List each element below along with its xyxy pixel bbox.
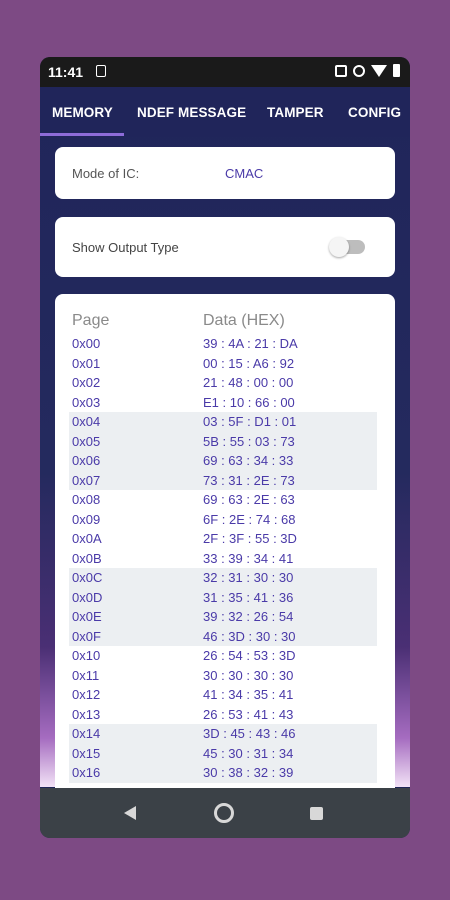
table-row: 0x00 39 : 4A : 21 : DA xyxy=(55,334,395,354)
tab-indicator xyxy=(40,133,124,136)
table-row: 0x13 26 : 53 : 41 : 43 xyxy=(55,705,395,725)
hex-data-cell: 3D : 45 : 43 : 46 xyxy=(203,726,296,741)
battery-icon xyxy=(393,64,400,77)
wifi-icon xyxy=(371,64,387,77)
hex-data-cell: 39 : 4A : 21 : DA xyxy=(203,336,298,351)
hex-data-cell: E1 : 10 : 66 : 00 xyxy=(203,394,295,410)
table-row: 0x0C 32 : 31 : 30 : 30 xyxy=(55,568,395,588)
status-bar: 11:41 xyxy=(40,57,410,87)
hex-data-cell: 30 : 38 : 32 : 39 xyxy=(203,765,294,780)
mode-card: Mode of IC: CMAC xyxy=(55,147,395,199)
table-row: 0x01 00 : 15 : A6 : 92 xyxy=(55,354,395,374)
table-row: 0x07 73 : 31 : 2E : 73 xyxy=(55,470,395,490)
memory-rows: 0x00 39 : 4A : 21 : DA 0x01 00 : 15 : A6 : … xyxy=(55,334,395,783)
page-cell: 0x12 xyxy=(72,687,101,702)
page-cell: 0x04 xyxy=(72,414,101,429)
mode-label: Mode of IC: xyxy=(72,166,140,181)
tab-tamper[interactable]: TAMPER xyxy=(267,105,324,120)
page-cell: 0x06 xyxy=(72,453,101,468)
hex-data-cell: 41 : 34 : 35 : 41 xyxy=(203,687,294,702)
hex-data-cell: 2F : 3F : 55 : 3D xyxy=(203,531,297,546)
hex-data-cell: 03 : 5F : D1 : 01 xyxy=(203,414,297,429)
header-page: Page xyxy=(72,312,110,329)
output-type-card: Show Output Type xyxy=(55,217,395,277)
table-row: 0x0D 31 : 35 : 41 : 36 xyxy=(55,587,395,607)
table-row: 0x0B 33 : 39 : 34 : 41 xyxy=(55,549,395,569)
tab-bar: MEMORY NDEF MESSAGE TAMPER CONFIG xyxy=(40,87,410,137)
output-type-label: Show Output Type xyxy=(72,240,179,255)
phone-screen: 11:41 MEMORY NDEF MESSAGE TAMPER CONFIG … xyxy=(40,57,410,838)
page-cell: 0x02 xyxy=(72,375,101,390)
hex-data-cell: 39 : 32 : 26 : 54 xyxy=(203,609,294,624)
table-row: 0x15 45 : 30 : 31 : 34 xyxy=(55,743,395,763)
hex-data-cell: 46 : 3D : 30 : 30 xyxy=(203,628,296,644)
table-row: 0x03 E1 : 10 : 66 : 00 xyxy=(55,393,395,413)
sim-icon xyxy=(96,65,106,77)
home-icon[interactable] xyxy=(214,803,234,823)
page-cell: 0x0F xyxy=(72,628,101,644)
page-cell: 0x08 xyxy=(72,492,101,507)
page-cell: 0x16 xyxy=(72,765,101,780)
table-row: 0x02 21 : 48 : 00 : 00 xyxy=(55,373,395,393)
recents-icon[interactable] xyxy=(310,807,323,820)
table-row: 0x05 5B : 55 : 03 : 73 xyxy=(55,431,395,451)
table-row: 0x0E 39 : 32 : 26 : 54 xyxy=(55,607,395,627)
page-cell: 0x01 xyxy=(72,355,101,371)
hex-data-cell: 00 : 15 : A6 : 92 xyxy=(203,355,295,371)
hex-data-cell: 26 : 54 : 53 : 3D xyxy=(203,648,296,663)
hex-data-cell: 73 : 31 : 2E : 73 xyxy=(203,472,295,488)
tab-ndef-message[interactable]: NDEF MESSAGE xyxy=(137,105,246,120)
mode-value: CMAC xyxy=(225,166,264,181)
hex-data-cell: 32 : 31 : 30 : 30 xyxy=(203,570,294,585)
page-cell: 0x15 xyxy=(72,745,101,761)
page-cell: 0x14 xyxy=(72,726,101,741)
table-row: 0x12 41 : 34 : 35 : 41 xyxy=(55,685,395,705)
hex-data-cell: 31 : 35 : 41 : 36 xyxy=(203,589,294,605)
table-row: 0x0F 46 : 3D : 30 : 30 xyxy=(55,626,395,646)
memory-table: Page Data (HEX) 0x00 39 : 4A : 21 : DA 0x0… xyxy=(55,294,395,814)
status-icons xyxy=(335,64,400,77)
hex-data-cell: 33 : 39 : 34 : 41 xyxy=(203,550,294,566)
page-cell: 0x11 xyxy=(72,667,100,683)
hex-data-cell: 6F : 2E : 74 : 68 xyxy=(203,511,296,527)
page-cell: 0x03 xyxy=(72,394,101,410)
page-cell: 0x00 xyxy=(72,336,101,351)
table-row: 0x16 30 : 38 : 32 : 39 xyxy=(55,763,395,783)
hex-data-cell: 30 : 30 : 30 : 30 xyxy=(203,667,294,683)
page-cell: 0x13 xyxy=(72,706,101,722)
nfc-icon xyxy=(335,64,347,77)
back-icon[interactable] xyxy=(124,806,136,820)
table-row: 0x0A 2F : 3F : 55 : 3D xyxy=(55,529,395,549)
output-type-switch[interactable] xyxy=(329,237,365,257)
tab-memory[interactable]: MEMORY xyxy=(52,105,113,120)
header-data: Data (HEX) xyxy=(203,312,285,329)
page-cell: 0x0E xyxy=(72,609,102,624)
hex-data-cell: 21 : 48 : 00 : 00 xyxy=(203,375,294,390)
vibrate-icon xyxy=(353,64,365,77)
hex-data-cell: 69 : 63 : 34 : 33 xyxy=(203,453,294,468)
hex-data-cell: 45 : 30 : 31 : 34 xyxy=(203,745,294,761)
page-cell: 0x07 xyxy=(72,472,101,488)
navigation-bar xyxy=(40,788,410,838)
table-row: 0x10 26 : 54 : 53 : 3D xyxy=(55,646,395,666)
page-cell: 0x0C xyxy=(72,570,103,585)
page-cell: 0x05 xyxy=(72,433,101,449)
hex-data-cell: 26 : 53 : 41 : 43 xyxy=(203,706,294,722)
table-row: 0x04 03 : 5F : D1 : 01 xyxy=(55,412,395,432)
page-cell: 0x09 xyxy=(72,511,101,527)
status-time: 11:41 xyxy=(48,64,84,80)
table-row: 0x09 6F : 2E : 74 : 68 xyxy=(55,510,395,530)
page-cell: 0x0A xyxy=(72,531,102,546)
hex-data-cell: 69 : 63 : 2E : 63 xyxy=(203,492,295,507)
table-row: 0x14 3D : 45 : 43 : 46 xyxy=(55,724,395,744)
page-cell: 0x0D xyxy=(72,589,103,605)
page-cell: 0x10 xyxy=(72,648,101,663)
tab-config[interactable]: CONFIG xyxy=(348,105,401,120)
switch-knob xyxy=(329,237,349,257)
table-row: 0x11 30 : 30 : 30 : 30 xyxy=(55,666,395,686)
table-row: 0x06 69 : 63 : 34 : 33 xyxy=(55,451,395,471)
hex-data-cell: 5B : 55 : 03 : 73 xyxy=(203,433,295,449)
page-cell: 0x0B xyxy=(72,550,102,566)
table-row: 0x08 69 : 63 : 2E : 63 xyxy=(55,490,395,510)
